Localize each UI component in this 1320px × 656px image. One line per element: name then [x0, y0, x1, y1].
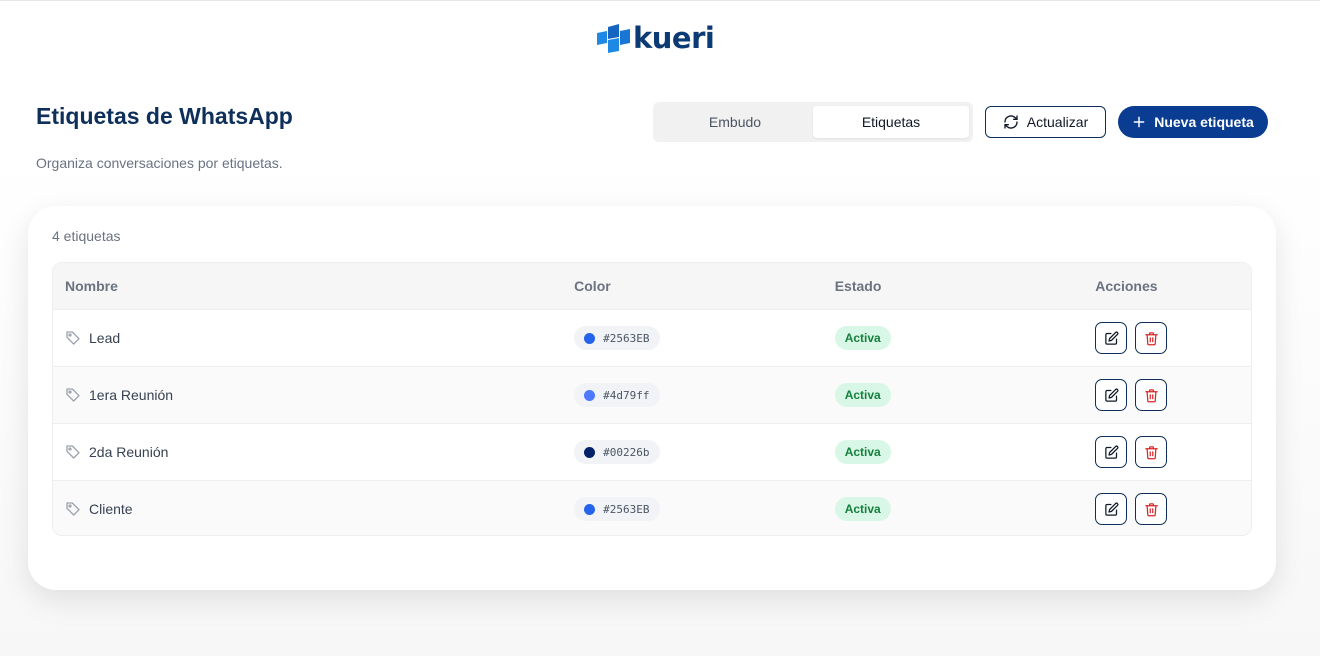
status-badge: Activa [834, 326, 891, 350]
delete-button[interactable] [1135, 436, 1168, 468]
delete-button[interactable] [1135, 493, 1168, 525]
refresh-icon [1004, 115, 1018, 129]
status-badge: Activa [834, 440, 891, 464]
table-row: 2da Reunión #00226b Activa [53, 423, 1251, 480]
tab-etiquetas[interactable]: Etiquetas [813, 106, 969, 138]
new-tag-label: Nueva etiqueta [1154, 114, 1254, 130]
status-badge: Activa [834, 497, 891, 521]
color-chip: #00226b [574, 440, 660, 464]
color-swatch [584, 332, 596, 344]
table-row: Lead #2563EB Activa [53, 309, 1251, 366]
column-header-estado: Estado [834, 278, 882, 294]
edit-button[interactable] [1095, 322, 1128, 354]
view-switch: Embudo Etiquetas [653, 102, 973, 142]
brand-name: kueri [633, 21, 715, 55]
tag-name: 2da Reunión [89, 444, 169, 460]
refresh-label: Actualizar [1026, 114, 1089, 130]
page-subtitle: Organiza conversaciones por etiquetas. [36, 155, 283, 171]
refresh-button[interactable]: Actualizar [985, 106, 1106, 138]
edit-icon [1105, 331, 1119, 345]
edit-icon [1105, 388, 1119, 402]
table-row: 1era Reunión #4d79ff Activa [53, 366, 1251, 423]
trash-icon [1145, 388, 1158, 402]
tag-icon [66, 502, 80, 516]
trash-icon [1145, 502, 1158, 516]
edit-button[interactable] [1095, 379, 1128, 411]
table-header: Nombre Color Estado Acciones [53, 263, 1251, 309]
edit-icon [1105, 502, 1119, 516]
status-badge: Activa [834, 383, 891, 407]
color-chip: #2563EB [574, 326, 660, 350]
tags-table: Nombre Color Estado Acciones Lead #2563E… [52, 262, 1252, 536]
color-hex: #2563EB [603, 502, 650, 516]
plus-icon [1133, 116, 1145, 128]
tags-card: 4 etiquetas Nombre Color Estado Acciones… [28, 206, 1276, 590]
color-chip: #2563EB [574, 497, 660, 521]
column-header-nombre: Nombre [65, 278, 118, 294]
color-chip: #4d79ff [574, 383, 660, 407]
color-swatch [584, 389, 596, 401]
color-hex: #4d79ff [603, 388, 650, 402]
kueri-logo-mark-icon [597, 24, 630, 53]
color-swatch [584, 446, 596, 458]
new-tag-button[interactable]: Nueva etiqueta [1118, 106, 1268, 138]
column-header-color: Color [574, 278, 611, 294]
page-title: Etiquetas de WhatsApp [36, 103, 293, 129]
delete-button[interactable] [1135, 379, 1168, 411]
color-hex: #2563EB [603, 331, 650, 345]
trash-icon [1145, 445, 1158, 459]
tag-icon [66, 388, 80, 402]
edit-icon [1105, 445, 1119, 459]
tag-count: 4 etiquetas [52, 228, 121, 244]
tag-name: Cliente [89, 501, 133, 517]
table-row: Cliente #2563EB Activa [53, 480, 1251, 535]
tag-icon [66, 331, 80, 345]
column-header-acciones: Acciones [1095, 278, 1158, 294]
color-swatch [584, 503, 596, 515]
color-hex: #00226b [603, 445, 650, 459]
edit-button[interactable] [1095, 493, 1128, 525]
delete-button[interactable] [1135, 322, 1168, 354]
trash-icon [1145, 331, 1158, 345]
tab-embudo[interactable]: Embudo [657, 106, 813, 138]
tag-name: Lead [89, 330, 121, 346]
tag-name: 1era Reunión [89, 387, 174, 403]
edit-button[interactable] [1095, 436, 1128, 468]
tag-icon [66, 445, 80, 459]
brand-logo: kueri [597, 21, 715, 55]
